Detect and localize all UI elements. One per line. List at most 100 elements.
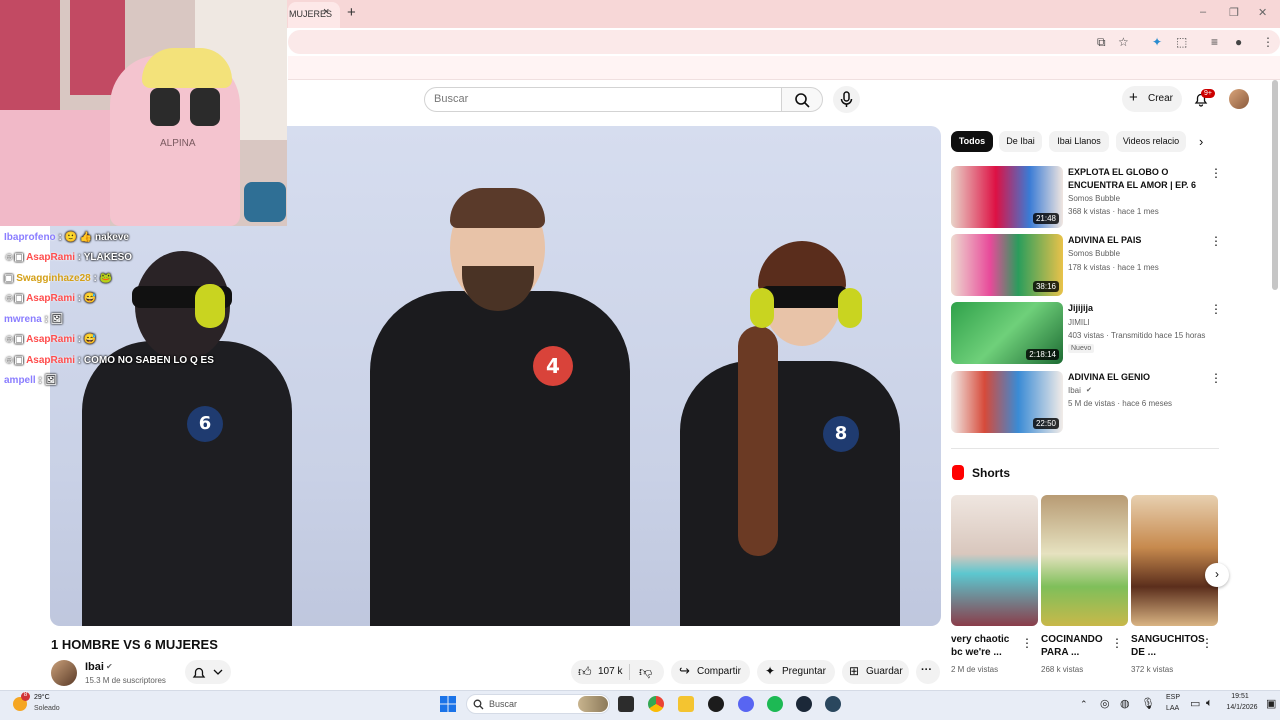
language-top[interactable]: ESP	[1166, 694, 1180, 701]
like-count[interactable]: 107 k	[598, 666, 622, 677]
short-thumbnail[interactable]	[1041, 495, 1128, 626]
shorts-next-button[interactable]: ›	[1205, 563, 1229, 587]
save-label: Guardar	[866, 666, 903, 677]
chip-all[interactable]: Todos	[951, 131, 993, 152]
short-views: 268 k vistas	[1041, 665, 1084, 674]
start-windows-icon[interactable]	[440, 696, 456, 712]
channel-name[interactable]: Ibai	[85, 661, 104, 673]
tray-app2-icon[interactable]: ◍	[1120, 697, 1130, 710]
voice-search-button[interactable]	[833, 86, 860, 113]
chat-username: Swagginhaze28	[16, 273, 91, 284]
verified-icon: ✔	[1086, 387, 1092, 394]
rec-thumbnail[interactable]: 38:16	[951, 234, 1063, 296]
rec-channel[interactable]: Somos Bubble	[1068, 249, 1120, 258]
steam-second-icon[interactable]	[825, 696, 841, 712]
like-icon[interactable]: 👍︎	[578, 664, 592, 680]
translate-extension-icon[interactable]: ✦	[1152, 35, 1162, 49]
chair-eye-left	[150, 88, 180, 126]
number-badge-8: 8	[823, 416, 859, 452]
search-input[interactable]	[424, 87, 782, 112]
tab-close-icon[interactable]: ×	[323, 6, 329, 18]
page-scrollbar[interactable]	[1272, 80, 1278, 290]
notification-center-icon[interactable]: ▣	[1266, 697, 1276, 710]
close-window-icon[interactable]: ✕	[1258, 6, 1267, 19]
weather-temperature[interactable]: 29°C	[34, 694, 50, 701]
rec-channel[interactable]: Somos Bubble	[1068, 194, 1120, 203]
install-icon[interactable]: ⧉	[1097, 35, 1106, 50]
short-menu-icon[interactable]: ⋮	[1201, 636, 1213, 650]
bookmark-star-icon[interactable]: ☆	[1118, 35, 1129, 49]
short-thumbnail[interactable]	[951, 495, 1038, 626]
rec-channel[interactable]: Ibai	[1068, 386, 1081, 395]
rec-thumbnail[interactable]: 21:48	[951, 166, 1063, 228]
short-thumbnail[interactable]	[1131, 495, 1218, 626]
steam-icon[interactable]	[796, 696, 812, 712]
address-bar[interactable]	[288, 30, 1280, 54]
discord-icon[interactable]	[738, 696, 754, 712]
duration-badge: 2:18:14	[1026, 349, 1059, 360]
rec-meta: 5 M de vistas · hace 6 meses	[1068, 399, 1173, 408]
chip-from-ibai[interactable]: De Ibai	[999, 131, 1042, 152]
chip-related[interactable]: Videos relacio	[1116, 131, 1186, 152]
bed	[0, 110, 110, 226]
media-list-icon[interactable]: ≡	[1211, 35, 1218, 49]
tray-app-icon[interactable]: ◎	[1100, 697, 1110, 710]
ask-label: Preguntar	[782, 666, 826, 677]
shorts-icon	[952, 465, 964, 480]
short-menu-icon[interactable]: ⋮	[1021, 636, 1033, 650]
subscription-bell-button[interactable]	[185, 660, 231, 684]
chat-username: AsapRami	[26, 293, 75, 304]
rec-menu-icon[interactable]: ⋮	[1210, 302, 1222, 316]
chrome-icon[interactable]	[648, 696, 664, 712]
chat-username: Ibaprofeno	[4, 232, 56, 243]
curtain-left	[0, 0, 60, 110]
chat-message: ☺▣ AsapRami : 😅	[4, 334, 97, 345]
volume-icon[interactable]: 🔈︎	[1206, 697, 1213, 710]
language-bottom[interactable]: LAA	[1166, 705, 1179, 712]
file-explorer-icon[interactable]	[678, 696, 694, 712]
short-title[interactable]: very chaotic bc we're ...	[951, 633, 1021, 659]
extensions-icon[interactable]: ⬚	[1176, 35, 1187, 49]
dislike-icon[interactable]: 👎︎	[639, 664, 652, 680]
subscriber-count: 15.3 M de suscriptores	[85, 676, 166, 685]
rec-title[interactable]: Jijijija	[1068, 302, 1208, 315]
rec-title[interactable]: EXPLOTA EL GLOBO O ENCUENTRA EL AMOR | E…	[1068, 166, 1208, 192]
short-menu-icon[interactable]: ⋮	[1111, 636, 1123, 650]
search-button[interactable]	[781, 87, 823, 112]
number-badge-6: 6	[187, 406, 223, 442]
rec-title[interactable]: ADIVINA EL GENIO	[1068, 371, 1208, 384]
rec-menu-icon[interactable]: ⋮	[1210, 371, 1222, 385]
network-icon[interactable]: ▭	[1190, 697, 1200, 710]
chat-username: mwrena	[4, 314, 42, 325]
chat-message: ampell : 🖼	[4, 375, 58, 386]
chevron-right-icon[interactable]: ›	[1199, 134, 1203, 149]
rec-thumbnail[interactable]: 22:50	[951, 371, 1063, 433]
tray-mic-icon[interactable]: 🎙︎	[1141, 697, 1155, 710]
chair-headrest	[142, 48, 232, 88]
browser-menu-icon[interactable]: ⋮	[1262, 35, 1274, 49]
account-avatar[interactable]	[1229, 89, 1249, 109]
chat-message: ☺▣ AsapRami : YLAKESO	[4, 252, 133, 263]
rec-menu-icon[interactable]: ⋮	[1210, 166, 1222, 180]
rec-channel[interactable]: JIMILI	[1068, 318, 1090, 327]
earmuff-right-1	[750, 288, 774, 328]
spotify-icon[interactable]	[767, 696, 783, 712]
minimize-icon[interactable]: –	[1200, 6, 1206, 18]
channel-avatar[interactable]	[51, 660, 77, 686]
maximize-icon[interactable]: ❐	[1229, 6, 1239, 19]
tray-overflow-icon[interactable]: ⌃	[1080, 699, 1088, 710]
rec-menu-icon[interactable]: ⋮	[1210, 234, 1222, 248]
task-view-icon[interactable]	[618, 696, 634, 712]
obs-icon[interactable]	[708, 696, 724, 712]
short-title[interactable]: COCINANDO PARA ...	[1041, 633, 1111, 659]
chip-ibai-llanos[interactable]: Ibai Llanos	[1049, 131, 1109, 152]
rec-thumbnail[interactable]: 2:18:14	[951, 302, 1063, 364]
profile-icon[interactable]: ●	[1235, 35, 1242, 49]
rec-title[interactable]: ADIVINA EL PAIS	[1068, 234, 1208, 247]
sparkle-icon: ✦	[765, 664, 776, 678]
clock-date[interactable]: 14/1/2026	[1222, 704, 1262, 711]
clock-time[interactable]: 19:51	[1222, 693, 1258, 700]
short-title[interactable]: SANGUCHITOS DE ...	[1131, 633, 1205, 659]
new-tab-button[interactable]: +	[347, 4, 356, 21]
chat-message: ☺▣ AsapRami : COMO NO SABEN LO Q ES	[4, 355, 214, 366]
